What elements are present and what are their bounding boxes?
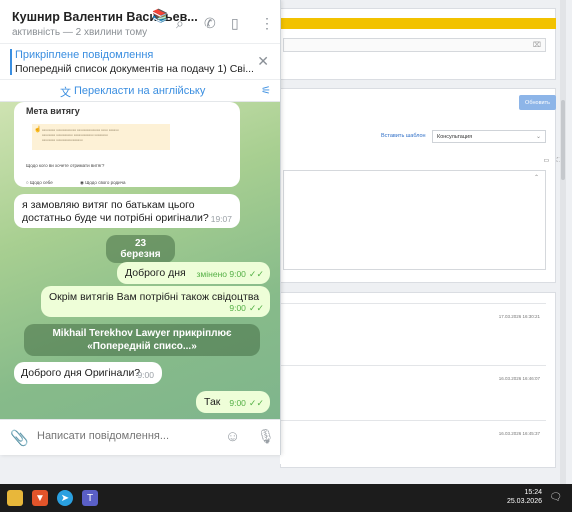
scroll-up-icon[interactable]: ⌃ bbox=[534, 174, 539, 181]
windows-taskbar: ▼ ➤ T 15:24 25.03.2026 🗨 bbox=[0, 484, 572, 512]
pinned-title: Прикріплене повідомлення bbox=[15, 49, 154, 61]
teams-icon[interactable]: T bbox=[82, 490, 98, 506]
hand-icon: ☝ bbox=[34, 127, 42, 133]
telegram-icon[interactable]: ➤ bbox=[57, 490, 73, 506]
message-time: 19:07 bbox=[210, 214, 232, 224]
pinned-message-bar[interactable]: Прикріплене повідомлення Попередній спис… bbox=[0, 43, 280, 79]
pinned-text: Попередній список документів на подачу 1… bbox=[15, 63, 254, 75]
message-incoming[interactable]: Доброго дня Оригінали? 9:00 bbox=[14, 362, 162, 384]
sidebar-toggle-icon[interactable]: ▯ bbox=[231, 15, 239, 32]
message-composer: 📎 ☺ 🎙 bbox=[0, 419, 280, 455]
phone-icon[interactable]: ✆ bbox=[204, 15, 216, 32]
page-scroll-thumb[interactable] bbox=[561, 100, 565, 180]
insert-template-link[interactable]: Вставить шаблон bbox=[381, 133, 426, 139]
consultation-select[interactable]: Консультация ⌄ bbox=[432, 130, 546, 143]
microphone-icon[interactable]: 🎙 bbox=[257, 428, 275, 445]
search-icon[interactable]: ⌕ bbox=[176, 15, 184, 32]
yellow-banner bbox=[280, 18, 556, 29]
message-text: Доброго дня bbox=[125, 267, 186, 279]
translate-icon: 文 bbox=[60, 87, 71, 99]
date-separator: 23 березня bbox=[106, 235, 175, 263]
log-date: 16.03.2026 16:45:37 bbox=[498, 431, 540, 436]
double-check-icon: ✓✓ bbox=[248, 303, 264, 313]
file-explorer-icon[interactable] bbox=[7, 490, 23, 506]
translate-button[interactable]: Перекласти на англійську bbox=[74, 85, 205, 97]
message-outgoing[interactable]: Окрім витягів Вам потрібні також свідоцт… bbox=[41, 286, 270, 317]
brave-browser-icon[interactable]: ▼ bbox=[32, 490, 48, 506]
translate-bar[interactable]: 文 Перекласти на англійську ⚟ bbox=[0, 79, 280, 102]
pinned-accent bbox=[10, 49, 12, 75]
message-text: Доброго дня Оригінали? bbox=[21, 367, 141, 379]
message-incoming[interactable]: я замовляю витяг по батькам цього достат… bbox=[14, 194, 240, 228]
page-scrollbar[interactable] bbox=[560, 0, 566, 484]
clock-time: 15:24 bbox=[524, 489, 542, 496]
message-text: Так bbox=[204, 396, 221, 408]
refresh-button[interactable]: Обновить bbox=[519, 95, 556, 110]
screenshot-question: Щодо кого ви хочете отримати витяг? bbox=[26, 163, 105, 168]
chat-messages-area[interactable]: Мета витягу ☝ ▭▭▭▭ ▭▭▭▭▭▭ ▭▭▭▭▭▭▭ ▭▭ ▭▭▭… bbox=[0, 102, 280, 419]
chevron-down-icon: ⌄ bbox=[535, 134, 541, 140]
screenshot-notice: ☝ ▭▭▭▭ ▭▭▭▭▭▭ ▭▭▭▭▭▭▭ ▭▭ ▭▭▭ ▭▭▭▭ ▭▭▭▭▭ ▭… bbox=[32, 124, 170, 150]
message-input[interactable] bbox=[37, 430, 207, 442]
message-time: змінено 9:00 ✓✓ bbox=[196, 269, 264, 279]
message-time: 9:00 ✓✓ bbox=[229, 303, 264, 313]
screenshot-option-self: ○ Щодо себе bbox=[26, 180, 53, 185]
log-date: 16.03.2026 16:46:07 bbox=[498, 376, 540, 381]
double-check-icon: ✓✓ bbox=[248, 269, 264, 279]
message-outgoing[interactable]: Так 9:00 ✓✓ bbox=[196, 391, 270, 413]
telegram-chat-window: Кушнир Валентин Васильев... 📚 активність… bbox=[0, 0, 281, 455]
message-text: Окрім витягів Вам потрібні також свідоцт… bbox=[49, 291, 260, 303]
log-entry: 16.03.2026 16:45:37 bbox=[280, 420, 546, 464]
bg-text-field[interactable]: ⌧ bbox=[283, 38, 546, 52]
message-outgoing[interactable]: Доброго дня змінено 9:00 ✓✓ bbox=[117, 262, 270, 284]
field-icon: ⌧ bbox=[532, 42, 541, 49]
more-menu-icon[interactable]: ⋮ bbox=[260, 15, 274, 32]
chat-header[interactable]: Кушнир Валентин Васильев... 📚 активність… bbox=[0, 0, 280, 43]
service-message[interactable]: Mikhail Terekhov Lawyer прикріплює «Попе… bbox=[24, 324, 260, 356]
emoji-icon[interactable]: ☺ bbox=[225, 428, 240, 445]
screenshot-title: Мета витягу bbox=[26, 106, 80, 116]
flag-emoji-icon: 📚 bbox=[152, 8, 169, 23]
attach-paperclip-icon[interactable]: 📎 bbox=[10, 429, 29, 447]
log-entry: 17.03.2026 16:30:21 bbox=[280, 303, 546, 363]
notification-icon[interactable]: 🗨 bbox=[549, 492, 562, 503]
screenshot-option-relative: ◉ Щодо свого родича bbox=[80, 180, 126, 185]
log-date: 17.03.2026 16:30:21 bbox=[498, 314, 540, 319]
system-clock[interactable]: 15:24 25.03.2026 bbox=[507, 488, 542, 506]
message-time: 9:00 bbox=[137, 370, 154, 380]
settings-sliders-icon[interactable]: ⚟ bbox=[261, 84, 271, 97]
close-icon[interactable]: ✕ bbox=[257, 53, 269, 70]
message-time: 9:00 ✓✓ bbox=[229, 398, 264, 408]
double-check-icon: ✓✓ bbox=[248, 398, 264, 408]
contact-name[interactable]: Кушнир Валентин Васильев... bbox=[12, 10, 198, 24]
consultation-select-value: Консультация bbox=[437, 134, 473, 140]
clock-date: 25.03.2026 bbox=[506, 498, 542, 505]
contact-status: активність — 2 хвилини тому bbox=[12, 27, 148, 38]
message-text: я замовляю витяг по батькам цього достат… bbox=[22, 199, 209, 224]
image-message[interactable]: Мета витягу ☝ ▭▭▭▭ ▭▭▭▭▭▭ ▭▭▭▭▭▭▭ ▭▭ ▭▭▭… bbox=[14, 102, 240, 187]
log-entry: 16.03.2026 16:46:07 bbox=[280, 365, 546, 425]
comment-editor[interactable]: ⌃ bbox=[283, 170, 546, 270]
